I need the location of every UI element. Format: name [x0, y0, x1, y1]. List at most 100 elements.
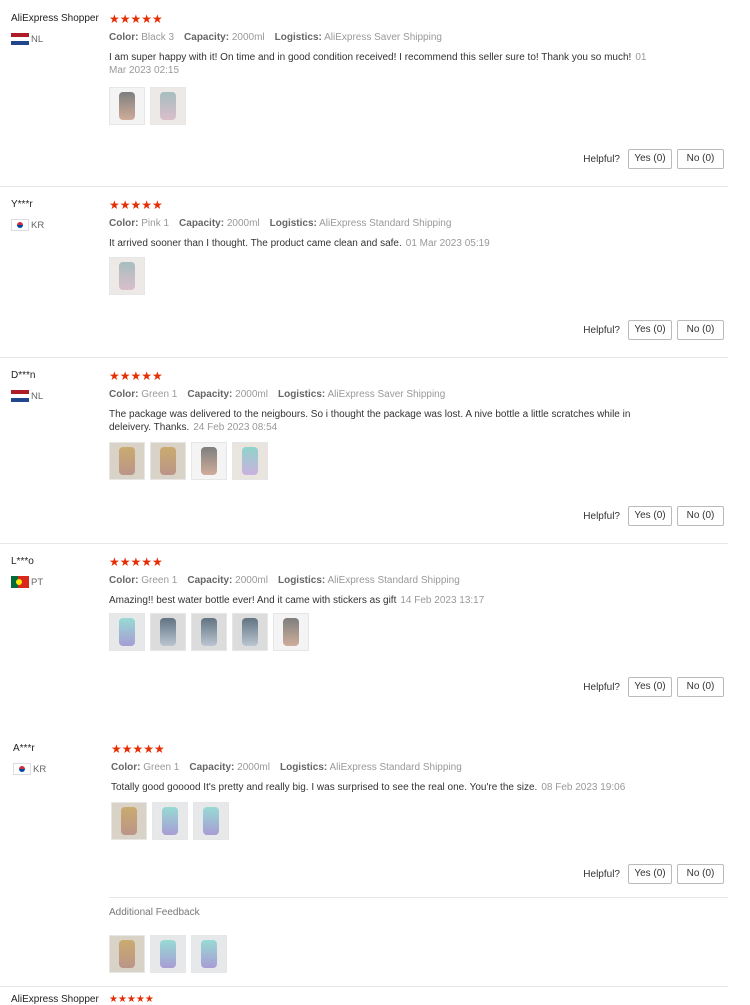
review-photos	[109, 257, 145, 295]
logistics-label: Logistics:	[269, 218, 317, 229]
review-photo[interactable]	[193, 802, 229, 840]
helpful-yes-button[interactable]: Yes (0)	[628, 506, 672, 526]
logistics-value: AliExpress Standard Shipping	[329, 762, 462, 773]
review-meta: Color: Green 1 Capacity: 2000ml Logistics:…	[109, 575, 460, 586]
review-photo[interactable]	[273, 613, 309, 651]
review-photo[interactable]	[150, 442, 186, 480]
review-photo[interactable]	[109, 257, 145, 295]
additional-feedback-divider	[109, 897, 728, 898]
helpful-label: Helpful?	[583, 868, 620, 880]
netherlands-flag-icon	[11, 33, 29, 45]
logistics-value: AliExpress Saver Shipping	[324, 32, 442, 43]
helpful-label: Helpful?	[583, 681, 620, 693]
helpful-row: Helpful? Yes (0) No (0)	[583, 149, 724, 169]
review-photo[interactable]	[232, 613, 268, 651]
color-value: Pink 1	[141, 218, 170, 229]
review-photo[interactable]	[111, 802, 147, 840]
helpful-no-button[interactable]: No (0)	[677, 149, 724, 169]
review-photos	[109, 442, 268, 480]
helpful-row: Helpful? Yes (0) No (0)	[583, 677, 724, 697]
reviewer-name: AliExpress Shopper	[11, 13, 99, 24]
helpful-no-button[interactable]: No (0)	[677, 320, 724, 340]
reviewer-name: Y***r	[11, 199, 33, 210]
review-meta: Color: Green 1 Capacity: 2000ml Logistics:…	[111, 762, 462, 773]
review-photo[interactable]	[109, 87, 145, 125]
capacity-label: Capacity:	[187, 575, 233, 586]
review-meta: Color: Pink 1 Capacity: 2000ml Logistics: …	[109, 218, 451, 229]
capacity-value: 2000ml	[231, 32, 265, 43]
review-body: I am super happy with it! On time and in…	[109, 52, 632, 63]
netherlands-flag-icon	[11, 390, 29, 402]
review-photo[interactable]	[232, 442, 268, 480]
helpful-yes-button[interactable]: Yes (0)	[628, 864, 672, 884]
review-text: Totally good gooood It's pretty and real…	[111, 781, 651, 794]
helpful-row: Helpful? Yes (0) No (0)	[583, 506, 724, 526]
star-rating: ★★★★★	[109, 12, 163, 26]
logistics-label: Logistics:	[274, 32, 322, 43]
review-photo[interactable]	[150, 935, 186, 973]
review-divider	[0, 357, 728, 358]
logistics-value: AliExpress Saver Shipping	[327, 389, 446, 400]
additional-feedback-photos	[109, 935, 227, 973]
country-code: KR	[31, 219, 45, 231]
reviewer-name: D***n	[11, 370, 36, 381]
capacity-value: 2000ml	[226, 218, 260, 229]
portugal-flag-icon	[11, 576, 29, 588]
helpful-row: Helpful? Yes (0) No (0)	[583, 864, 724, 884]
country-code: NL	[31, 33, 44, 45]
logistics-label: Logistics:	[279, 762, 328, 773]
helpful-yes-button[interactable]: Yes (0)	[628, 677, 672, 697]
color-label: Color:	[111, 762, 141, 773]
review-text: I am super happy with it! On time and in…	[109, 51, 649, 77]
reviewer-country: NL	[11, 33, 43, 45]
color-label: Color:	[109, 389, 139, 400]
reviewer-name: A***r	[13, 743, 35, 754]
review-text: It arrived sooner than I thought. The pr…	[109, 237, 649, 250]
review-photo[interactable]	[191, 935, 227, 973]
review-body: Totally good gooood It's pretty and real…	[111, 782, 538, 793]
review-photo[interactable]	[191, 442, 227, 480]
star-rating: ★★★★★	[109, 198, 163, 212]
south-korea-flag-icon	[11, 219, 29, 231]
capacity-value: 2000ml	[237, 762, 270, 773]
helpful-no-button[interactable]: No (0)	[677, 506, 724, 526]
color-value: Green 1	[143, 762, 180, 773]
review-body: The package was delivered to the neigbou…	[109, 409, 631, 433]
color-value: Green 1	[141, 575, 178, 586]
reviewer-name: L***o	[11, 556, 34, 567]
review-date: 01 Mar 2023 05:19	[405, 238, 490, 249]
review-text: The package was delivered to the neigbou…	[109, 408, 649, 434]
helpful-no-button[interactable]: No (0)	[677, 677, 724, 697]
star-rating: ★★★★★	[109, 555, 163, 569]
review-meta: Color: Green 1 Capacity: 2000ml Logistics:…	[109, 389, 445, 400]
review-text: Amazing!! best water bottle ever! And it…	[109, 594, 649, 607]
review-date: 14 Feb 2023 13:17	[400, 595, 485, 606]
capacity-value: 2000ml	[235, 389, 268, 400]
south-korea-flag-icon	[13, 763, 31, 775]
review-divider	[0, 543, 728, 544]
review-photo[interactable]	[109, 613, 145, 651]
additional-feedback-label: Additional Feedback	[109, 907, 200, 918]
review-divider	[0, 986, 728, 987]
reviewer-country: NL	[11, 390, 43, 402]
color-label: Color:	[109, 575, 139, 586]
review-photo[interactable]	[152, 802, 188, 840]
review-photo[interactable]	[109, 935, 145, 973]
review-date: 24 Feb 2023 08:54	[193, 422, 278, 433]
logistics-label: Logistics:	[277, 575, 326, 586]
capacity-label: Capacity:	[187, 389, 233, 400]
review-date: 08 Feb 2023 19:06	[541, 782, 626, 793]
helpful-label: Helpful?	[583, 153, 620, 165]
review-photo[interactable]	[191, 613, 227, 651]
helpful-no-button[interactable]: No (0)	[677, 864, 724, 884]
capacity-value: 2000ml	[235, 575, 268, 586]
review-divider	[0, 186, 728, 187]
helpful-label: Helpful?	[583, 510, 620, 522]
helpful-yes-button[interactable]: Yes (0)	[628, 320, 672, 340]
review-photo[interactable]	[109, 442, 145, 480]
helpful-yes-button[interactable]: Yes (0)	[628, 149, 672, 169]
color-value: Green 1	[141, 389, 178, 400]
review-body: It arrived sooner than I thought. The pr…	[109, 238, 402, 249]
review-photo[interactable]	[150, 87, 186, 125]
review-photo[interactable]	[150, 613, 186, 651]
